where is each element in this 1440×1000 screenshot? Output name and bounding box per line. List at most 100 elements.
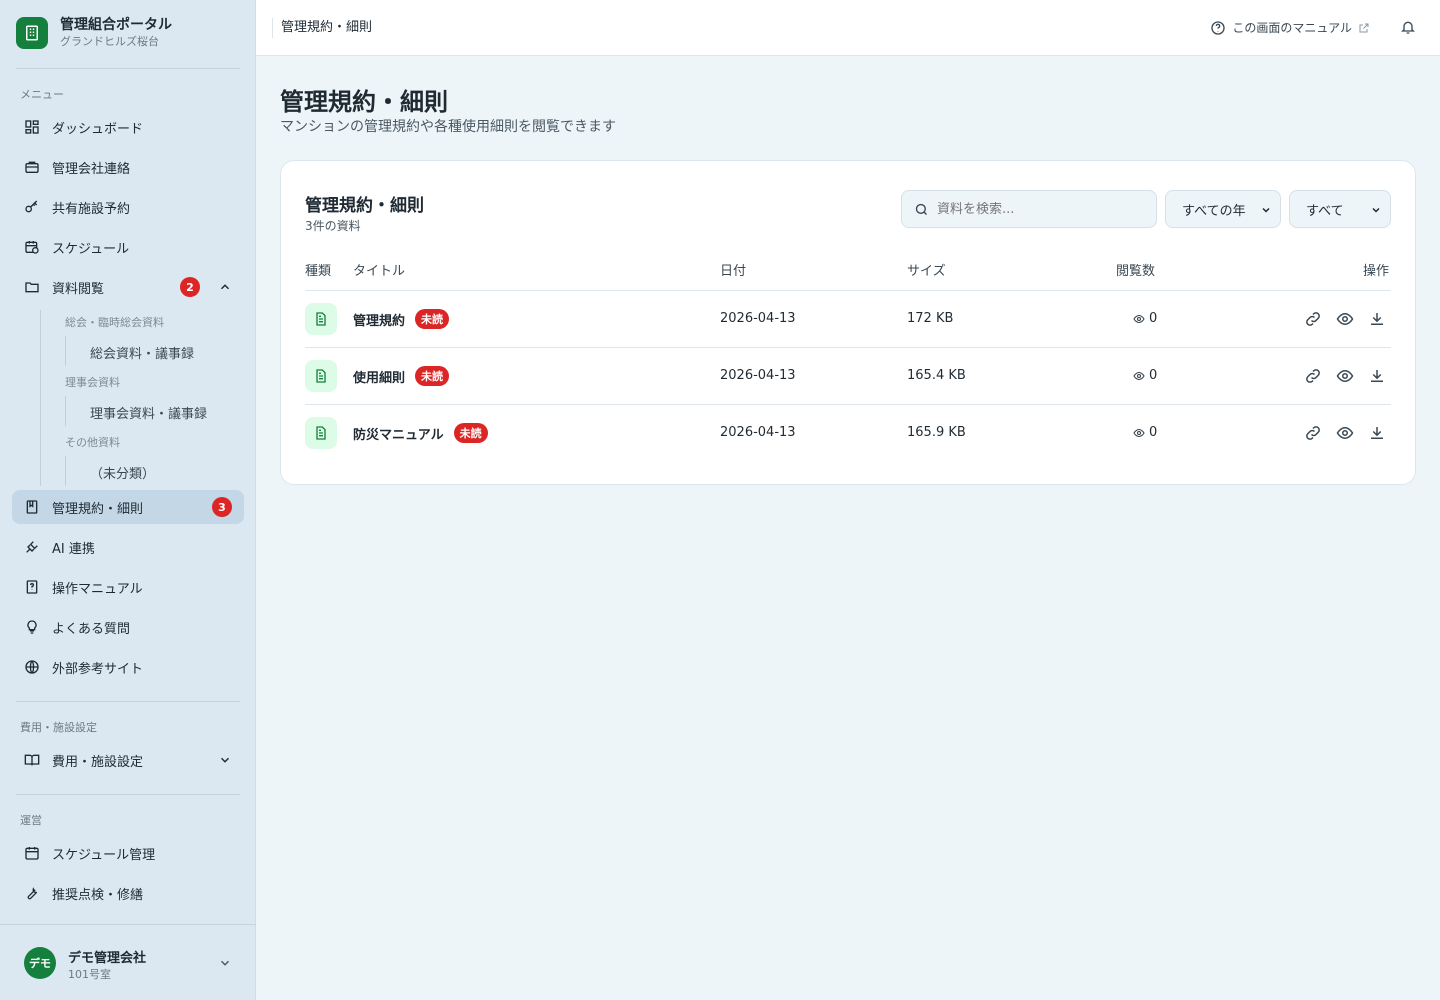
- download-icon[interactable]: [1368, 367, 1386, 385]
- external-link-icon: [1359, 23, 1369, 32]
- sidebar-item-facility[interactable]: 共有施設予約: [12, 190, 244, 224]
- sidebar-item-ai[interactable]: AI 連携: [12, 530, 244, 564]
- grid-icon: [24, 119, 40, 135]
- sidebar-item-label: 外部参考サイト: [52, 661, 144, 677]
- screen-manual-link[interactable]: この画面のマニュアル: [1210, 19, 1376, 36]
- plug-icon: [24, 539, 40, 555]
- sidebar-item-external[interactable]: 外部参考サイト: [12, 650, 244, 684]
- tree-group-general[interactable]: 総会・臨時総会資料: [65, 314, 164, 330]
- user-name: デモ管理会社: [68, 951, 147, 966]
- folder-icon: [24, 279, 40, 295]
- table-row[interactable]: 使用細則 未読 2026-04-13 165.4 KB 0: [305, 348, 1391, 404]
- eye-icon: [1133, 428, 1145, 437]
- breadcrumb: 管理規約・細則: [272, 18, 372, 38]
- sidebar-item-maintenance[interactable]: 推奨点検・修繕: [12, 876, 244, 910]
- wrench-icon: [24, 885, 40, 901]
- page-title: 管理規約・細則: [280, 88, 448, 116]
- column-header-views: 閲覧数: [1116, 264, 1156, 279]
- sidebar-item-label: よくある質問: [52, 621, 131, 637]
- document-title[interactable]: 使用細則: [353, 367, 405, 386]
- globe-icon: [24, 659, 40, 675]
- link-icon[interactable]: [1304, 424, 1322, 442]
- eye-icon[interactable]: [1336, 367, 1354, 385]
- column-header-type: 種類: [305, 264, 332, 279]
- search-box[interactable]: [901, 190, 1157, 228]
- brand-subtitle: グランドヒルズ桜台: [60, 35, 159, 48]
- chevron-up-icon[interactable]: [218, 280, 232, 294]
- eye-icon[interactable]: [1336, 424, 1354, 442]
- sidebar-item-schedule[interactable]: スケジュール: [12, 230, 244, 264]
- manual-link-label: この画面のマニュアル: [1232, 21, 1352, 35]
- document-date: 2026-04-13: [720, 311, 796, 326]
- brand[interactable]: 管理組合ポータル グランドヒルズ桜台: [16, 16, 172, 50]
- sidebar-item-contact[interactable]: 管理会社連絡: [12, 150, 244, 184]
- table-row[interactable]: 管理規約 未読 2026-04-13 172 KB 0: [305, 291, 1391, 347]
- bell-icon[interactable]: [1400, 19, 1416, 35]
- calendar-icon: [24, 845, 40, 861]
- topbar: 管理規約・細則 この画面のマニュアル: [256, 0, 1440, 56]
- document-size: 165.9 KB: [907, 425, 966, 440]
- menu-label: メニュー: [20, 88, 64, 101]
- page-description: マンションの管理規約や各種使用細則を閲覧できます: [280, 119, 616, 135]
- chevron-down-icon: [1262, 207, 1270, 213]
- link-icon[interactable]: [1304, 310, 1322, 328]
- tree-group-board[interactable]: 理事会資料: [65, 374, 120, 390]
- building-icon: [16, 17, 48, 49]
- sidebar-item-label: 資料閲覧: [52, 281, 105, 297]
- sidebar-item-documents[interactable]: 資料閲覧 2: [12, 270, 244, 304]
- sidebar-item-label: ダッシュボード: [52, 121, 144, 137]
- user-menu[interactable]: デモ デモ管理会社 101号室: [0, 924, 256, 1000]
- table-row[interactable]: 防災マニュアル 未読 2026-04-13 165.9 KB 0: [305, 405, 1391, 461]
- view-count: 0: [1149, 425, 1158, 440]
- document-title[interactable]: 防災マニュアル: [353, 424, 444, 443]
- tree-leaf-board-minutes[interactable]: 理事会資料・議事録: [90, 403, 207, 422]
- sidebar-item-label: 共有施設予約: [52, 201, 131, 217]
- settings-section-label: 費用・施設設定: [20, 721, 97, 734]
- sidebar-item-schedule-admin[interactable]: スケジュール管理: [12, 836, 244, 870]
- chevron-down-icon[interactable]: [218, 753, 232, 767]
- column-header-title: タイトル: [353, 264, 406, 279]
- sidebar-item-dashboard[interactable]: ダッシュボード: [12, 110, 244, 144]
- unread-badge: 未読: [453, 423, 488, 443]
- sidebar-item-settings[interactable]: 費用・施設設定: [12, 743, 244, 777]
- document-size: 172 KB: [907, 311, 954, 326]
- type-filter-select[interactable]: すべて: [1289, 190, 1391, 228]
- divider: [16, 701, 240, 702]
- sidebar-item-label: スケジュール: [52, 241, 130, 257]
- open-book-icon: [24, 752, 40, 768]
- year-filter-select[interactable]: すべての年: [1165, 190, 1281, 228]
- sidebar-item-manual[interactable]: 操作マニュアル: [12, 570, 244, 604]
- tree-group-other[interactable]: その他資料: [65, 434, 120, 450]
- tree-line: [65, 336, 66, 366]
- year-filter-value: すべての年: [1182, 203, 1246, 219]
- view-count: 0: [1149, 311, 1158, 326]
- file-text-icon: [305, 303, 337, 335]
- sidebar-item-faq[interactable]: よくある質問: [12, 610, 244, 644]
- document-date: 2026-04-13: [720, 425, 796, 440]
- file-text-icon: [305, 417, 337, 449]
- search-input[interactable]: [937, 201, 1137, 217]
- tree-line: [65, 396, 66, 426]
- document-date: 2026-04-13: [720, 368, 796, 383]
- document-title[interactable]: 管理規約: [353, 310, 405, 329]
- chevron-down-icon[interactable]: [218, 956, 232, 970]
- help-doc-icon: [24, 579, 40, 595]
- download-icon[interactable]: [1368, 424, 1386, 442]
- briefcase-icon: [24, 159, 40, 175]
- sidebar-item-label: 管理会社連絡: [52, 161, 131, 177]
- chevron-down-icon: [1372, 207, 1380, 213]
- file-text-icon: [305, 360, 337, 392]
- eye-icon[interactable]: [1336, 310, 1354, 328]
- sidebar-item-bylaws[interactable]: 管理規約・細則 3: [12, 490, 244, 524]
- tree-leaf-uncategorized[interactable]: （未分類）: [90, 463, 155, 482]
- link-icon[interactable]: [1304, 367, 1322, 385]
- column-header-actions: 操作: [1363, 264, 1390, 279]
- download-icon[interactable]: [1368, 310, 1386, 328]
- document-size: 165.4 KB: [907, 368, 966, 383]
- sidebar-item-label: 費用・施設設定: [52, 754, 144, 770]
- sidebar-item-label: 管理規約・細則: [52, 501, 144, 517]
- view-count: 0: [1149, 368, 1158, 383]
- divider: [16, 68, 240, 69]
- tree-leaf-general-minutes[interactable]: 総会資料・議事録: [90, 343, 194, 362]
- book-icon: [24, 499, 40, 515]
